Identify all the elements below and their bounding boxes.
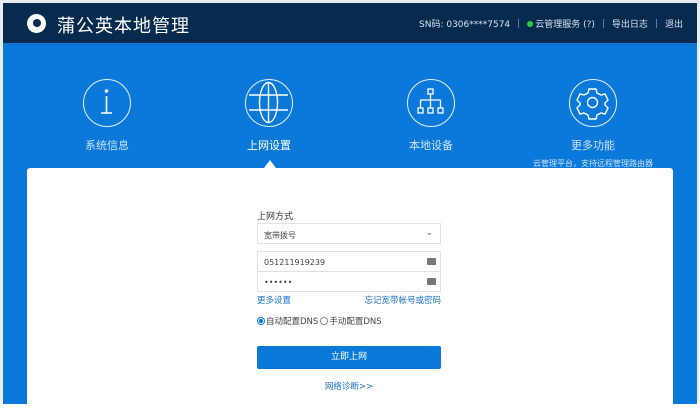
network-diagnose-link[interactable]: 网络诊断>> [257, 380, 441, 392]
keyboard-icon [427, 278, 436, 285]
keyboard-icon [427, 258, 436, 265]
connection-mode-label: 上网方式 [257, 212, 294, 222]
divider: | [601, 18, 605, 29]
nav-label: 上网设置 [247, 139, 291, 152]
nav-label: 本地设备 [409, 139, 453, 152]
selected-mode: 宽带拨号 [264, 231, 296, 240]
connect-button[interactable]: 立即上网 [257, 346, 441, 369]
status-dot-icon [527, 20, 534, 27]
info-icon [83, 79, 131, 127]
divider: | [654, 18, 658, 29]
more-settings-link[interactable]: 更多设置 [257, 294, 291, 306]
password-input[interactable]: •••••• [257, 271, 441, 292]
logout-link[interactable]: 退出 [665, 17, 683, 30]
dns-auto-label: 自动配置DNS [266, 317, 319, 327]
divider: | [517, 18, 521, 29]
account-value: 051211919239 [264, 258, 326, 267]
globe-icon [245, 79, 293, 127]
top-bar: 蒲公英本地管理 SN码: 0306****7574 | 云管理服务 (?) | … [3, 3, 697, 43]
main-panel: 系统信息 上网设置 本地设备 更多功能 云管理平台，支持远程管理路由器 上网方式… [3, 43, 697, 408]
nav-label: 系统信息 [85, 139, 129, 152]
internet-settings-card: 上网方式 宽带拨号 ⌄ 051211919239 •••••• 更多设置 忘记宽… [27, 168, 673, 408]
dns-manual-radio[interactable] [320, 317, 329, 325]
gear-icon [569, 79, 617, 127]
active-indicator [264, 160, 276, 168]
nav-system-info[interactable]: 系统信息 [42, 79, 172, 153]
password-value: •••••• [264, 278, 293, 287]
account-input[interactable]: 051211919239 [257, 251, 441, 272]
nav-local-devices[interactable]: 本地设备 [366, 79, 496, 153]
chevron-down-icon: ⌄ [425, 228, 433, 238]
logo-icon [27, 14, 46, 33]
dns-manual-label: 手动配置DNS [329, 317, 382, 327]
nav-internet-settings[interactable]: 上网设置 [204, 79, 334, 153]
forgot-account-link[interactable]: 忘记宽带帐号或密码 [364, 294, 441, 306]
nav-label: 更多功能 [571, 139, 615, 152]
serial-number: SN码: 0306****7574 [419, 20, 511, 30]
app-title: 蒲公英本地管理 [57, 16, 190, 37]
cloud-service-link[interactable]: 云管理服务 (?) [535, 17, 595, 30]
export-log-link[interactable]: 导出日志 [612, 17, 648, 30]
network-tree-icon [407, 79, 455, 127]
dns-auto-radio[interactable] [257, 317, 265, 325]
nav-more-features[interactable]: 更多功能 云管理平台，支持远程管理路由器 [528, 79, 658, 169]
connection-mode-select[interactable]: 宽带拨号 ⌄ [257, 223, 441, 244]
